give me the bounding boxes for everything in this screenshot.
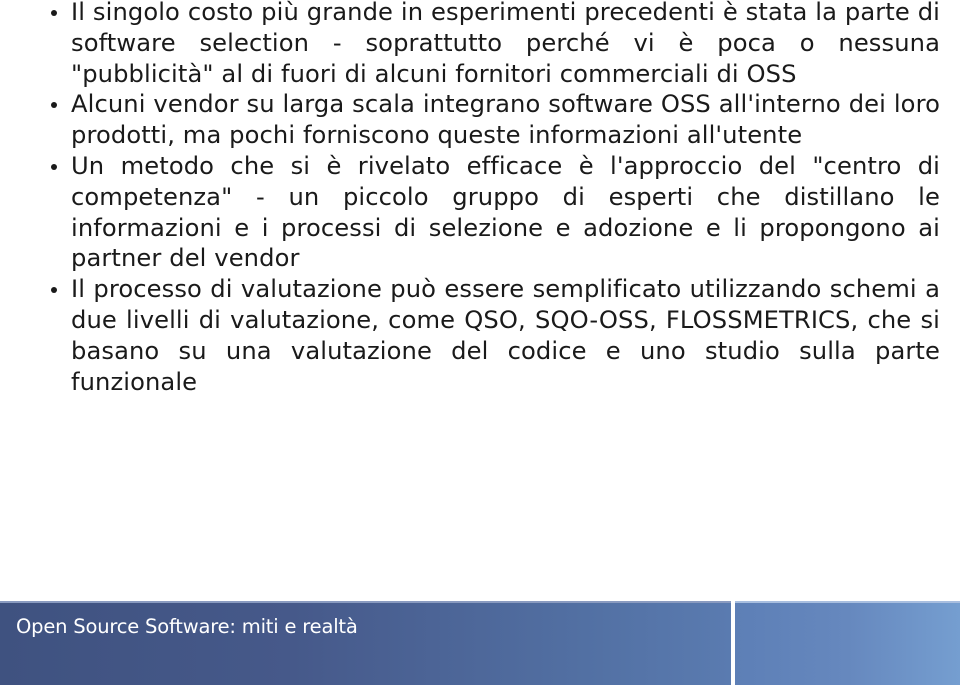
bullet-text: Un metodo che si è rivelato efficace è l… — [71, 151, 940, 273]
bullet-icon — [51, 163, 57, 170]
bullet-item: Un metodo che si è rivelato efficace è l… — [45, 151, 940, 274]
bullet-item: Il processo di valutazione può essere se… — [45, 274, 940, 397]
bullet-icon — [51, 102, 57, 109]
bullet-item: Alcuni vendor su larga scala integrano s… — [45, 89, 940, 151]
bullet-text: Il processo di valutazione può essere se… — [71, 275, 940, 396]
bullet-text: Il singolo costo più grande in esperimen… — [71, 0, 940, 88]
bullet-icon — [51, 10, 57, 16]
bullet-list: Il singolo costo più grande in esperimen… — [45, 0, 940, 397]
bullet-item: Il singolo costo più grande in esperimen… — [45, 0, 940, 89]
footer-title: Open Source Software: miti e realtà — [16, 615, 358, 638]
slide-content: Il singolo costo più grande in esperimen… — [45, 0, 940, 397]
footer-accent-panel — [735, 601, 960, 685]
footer-bar: Open Source Software: miti e realtà — [0, 601, 731, 685]
bullet-text: Alcuni vendor su larga scala integrano s… — [71, 90, 940, 150]
bullet-icon — [51, 287, 57, 294]
